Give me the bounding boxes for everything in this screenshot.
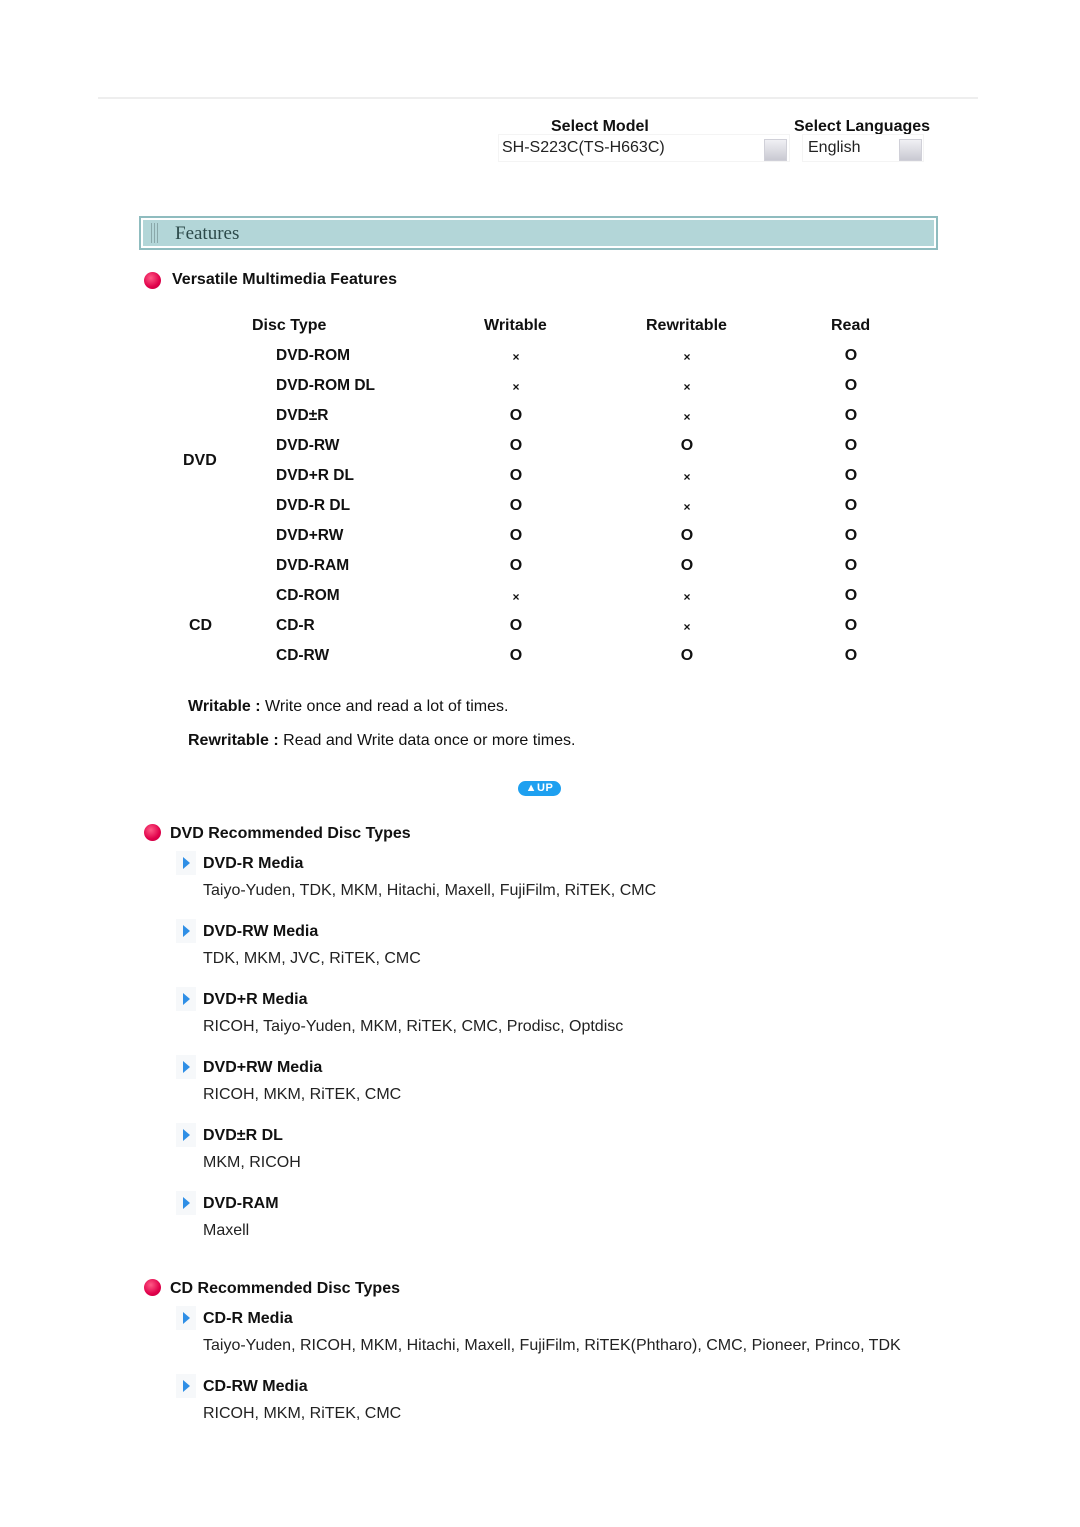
- banner-lines-icon: [151, 223, 161, 243]
- note-text: Write once and read a lot of times.: [260, 698, 509, 715]
- writable-cell: O: [509, 407, 523, 424]
- media-brands: Taiyo-Yuden, RICOH, MKM, Hitachi, Maxell…: [203, 1337, 901, 1354]
- model-select[interactable]: SH-S223C(TS-H663C): [498, 134, 790, 162]
- group-label-cd: CD: [189, 617, 213, 634]
- dvd-recommended-title: DVD Recommended Disc Types: [170, 825, 411, 842]
- writable-cell: O: [509, 557, 523, 574]
- arrow-right-icon: [176, 1055, 196, 1079]
- writable-cell: ×: [512, 380, 520, 394]
- arrow-right-icon: [176, 987, 196, 1011]
- media-brands: RICOH, MKM, RiTEK, CMC: [203, 1086, 402, 1103]
- model-select-value: SH-S223C(TS-H663C): [502, 139, 665, 156]
- language-select[interactable]: English: [802, 134, 924, 162]
- read-cell: O: [844, 497, 858, 514]
- group-label-dvd: DVD: [183, 452, 217, 469]
- arrow-right-icon: [176, 1306, 196, 1330]
- media-title: DVD±R DL: [203, 1127, 283, 1144]
- disc-type-cell: DVD-RW: [276, 437, 340, 454]
- disc-type-cell: DVD-ROM DL: [276, 377, 376, 394]
- arrow-right-icon: [176, 1123, 196, 1147]
- media-title: DVD-RW Media: [203, 923, 319, 940]
- disc-type-cell: CD-RW: [276, 647, 330, 664]
- writable-cell: ×: [512, 350, 520, 364]
- rewritable-cell: O: [680, 647, 694, 664]
- media-title: DVD+RW Media: [203, 1059, 323, 1076]
- header-rewritable: Rewritable: [646, 317, 727, 334]
- media-title: DVD-R Media: [203, 855, 304, 872]
- media-title: DVD-RAM: [203, 1195, 279, 1212]
- rewritable-cell: ×: [683, 380, 691, 394]
- rewritable-cell: ×: [683, 350, 691, 364]
- media-brands: Taiyo-Yuden, TDK, MKM, Hitachi, Maxell, …: [203, 882, 657, 899]
- section-bullet-icon: [144, 272, 161, 289]
- features-title: Features: [175, 223, 240, 244]
- rewritable-cell: ×: [683, 620, 691, 634]
- rewritable-cell: ×: [683, 410, 691, 424]
- note-term: Rewritable :: [188, 732, 279, 749]
- disc-type-cell: DVD-RAM: [276, 557, 350, 574]
- read-cell: O: [844, 347, 858, 364]
- disc-type-cell: CD-ROM: [276, 587, 340, 604]
- rewritable-cell: O: [680, 437, 694, 454]
- note-text: Read and Write data once or more times.: [278, 732, 576, 749]
- note-writable: Writable : Write once and read a lot of …: [188, 698, 508, 716]
- media-title: CD-RW Media: [203, 1378, 308, 1395]
- read-cell: O: [844, 527, 858, 544]
- arrow-right-icon: [176, 851, 196, 875]
- disc-type-cell: DVD+R DL: [276, 467, 354, 484]
- writable-cell: O: [509, 467, 523, 484]
- media-title: DVD+R Media: [203, 991, 308, 1008]
- read-cell: O: [844, 377, 858, 394]
- arrow-right-icon: [176, 919, 196, 943]
- media-brands: TDK, MKM, JVC, RiTEK, CMC: [203, 950, 421, 967]
- writable-cell: O: [509, 497, 523, 514]
- writable-cell: O: [509, 527, 523, 544]
- writable-cell: ×: [512, 590, 520, 604]
- section-bullet-icon: [144, 1279, 161, 1296]
- top-divider: [98, 97, 978, 99]
- read-cell: O: [844, 557, 858, 574]
- language-select-value: English: [808, 139, 861, 156]
- disc-type-cell: DVD-R DL: [276, 497, 351, 514]
- media-brands: RICOH, MKM, RiTEK, CMC: [203, 1405, 402, 1422]
- up-button[interactable]: ▲UP: [518, 781, 561, 796]
- features-banner: Features: [139, 216, 938, 250]
- read-cell: O: [844, 617, 858, 634]
- arrow-right-icon: [176, 1191, 196, 1215]
- read-cell: O: [844, 467, 858, 484]
- rewritable-cell: ×: [683, 470, 691, 484]
- writable-cell: O: [509, 617, 523, 634]
- read-cell: O: [844, 437, 858, 454]
- versatile-section-title: Versatile Multimedia Features: [172, 271, 397, 288]
- rewritable-cell: ×: [683, 500, 691, 514]
- disc-type-cell: DVD+RW: [276, 527, 344, 544]
- rewritable-cell: ×: [683, 590, 691, 604]
- writable-cell: O: [509, 647, 523, 664]
- disc-type-cell: DVD±R: [276, 407, 329, 424]
- section-bullet-icon: [144, 824, 161, 841]
- header-writable: Writable: [484, 317, 547, 334]
- language-dropdown-button[interactable]: [899, 139, 922, 161]
- arrow-right-icon: [176, 1374, 196, 1398]
- media-brands: MKM, RICOH: [203, 1154, 301, 1171]
- rewritable-cell: O: [680, 557, 694, 574]
- rewritable-cell: O: [680, 527, 694, 544]
- disc-type-cell: DVD-ROM: [276, 347, 351, 364]
- media-brands: Maxell: [203, 1222, 250, 1239]
- read-cell: O: [844, 647, 858, 664]
- header-read: Read: [831, 317, 871, 334]
- read-cell: O: [844, 407, 858, 424]
- writable-cell: O: [509, 437, 523, 454]
- media-brands: RICOH, Taiyo-Yuden, MKM, RiTEK, CMC, Pro…: [203, 1018, 624, 1035]
- read-cell: O: [844, 587, 858, 604]
- cd-recommended-title: CD Recommended Disc Types: [170, 1280, 400, 1297]
- media-title: CD-R Media: [203, 1310, 293, 1327]
- note-term: Writable :: [188, 698, 261, 715]
- model-dropdown-button[interactable]: [764, 139, 787, 161]
- disc-type-cell: CD-R: [276, 617, 315, 634]
- note-rewritable: Rewritable : Read and Write data once or…: [188, 732, 575, 750]
- header-disc-type: Disc Type: [252, 317, 327, 334]
